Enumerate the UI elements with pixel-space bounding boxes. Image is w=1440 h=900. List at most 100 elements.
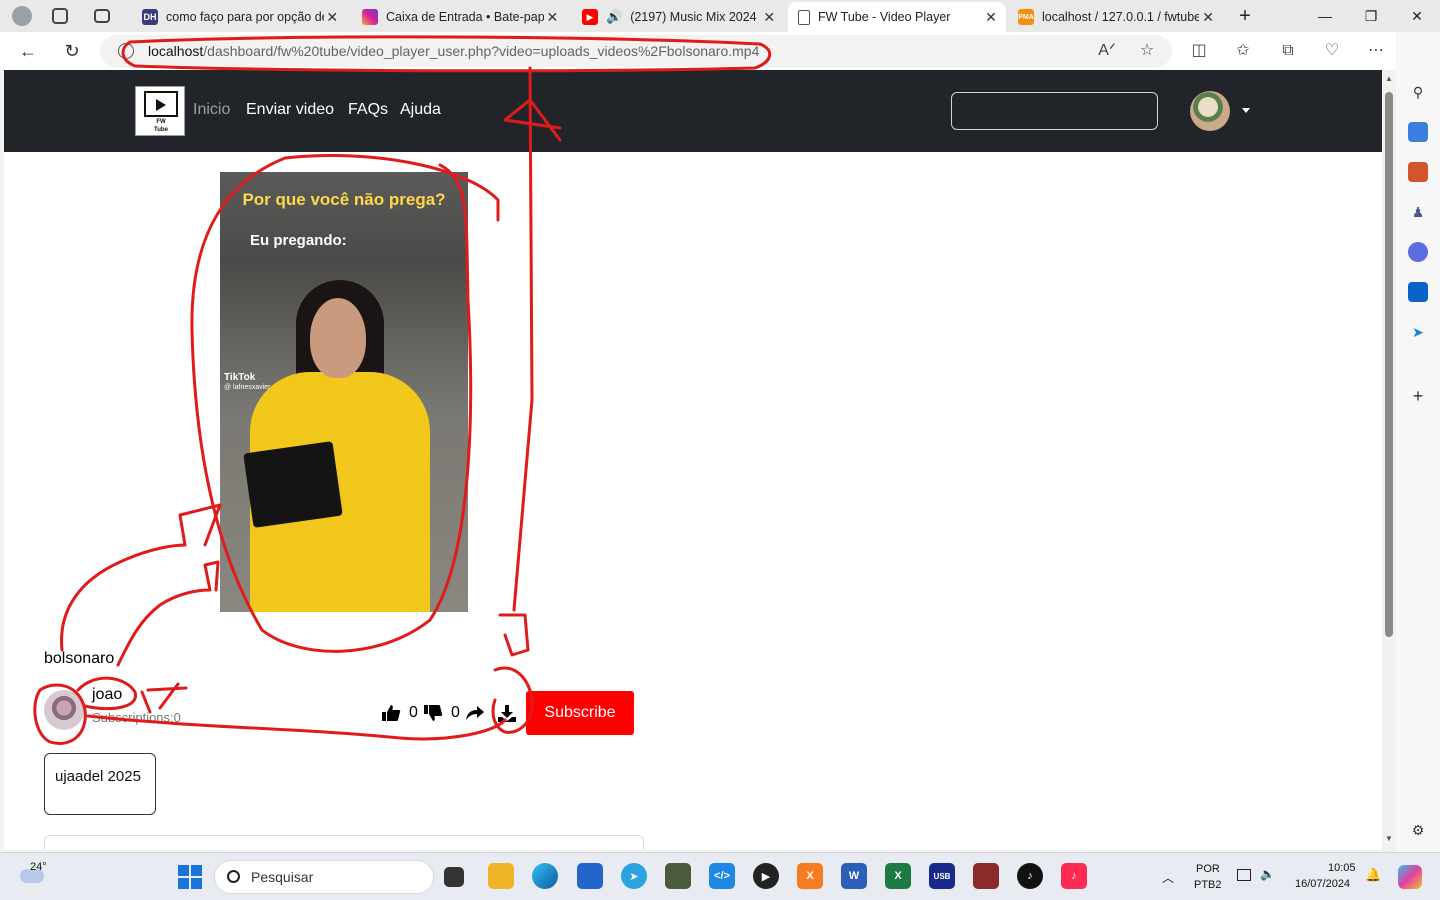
thumbs-down-icon[interactable] xyxy=(423,704,443,722)
page-scrollbar[interactable]: ▲ ▼ xyxy=(1382,70,1396,850)
tab-dh[interactable]: DH como faço para por opção de ✕ xyxy=(132,4,347,30)
window-close-icon[interactable]: ✕ xyxy=(1394,4,1440,28)
dislike-count: 0 xyxy=(451,704,460,721)
favorites-icon[interactable]: ✩ xyxy=(1233,41,1253,61)
vscode-icon[interactable]: </> xyxy=(709,863,735,889)
site-info-icon[interactable] xyxy=(118,43,134,59)
xampp-icon[interactable]: X xyxy=(797,863,823,889)
add-sidebar-icon[interactable]: + xyxy=(1408,386,1428,406)
video-caption-sub: Eu pregando: xyxy=(250,232,347,249)
nav-faqs[interactable]: FAQs xyxy=(348,101,388,119)
telegram-icon[interactable]: ➤ xyxy=(621,863,647,889)
refresh-icon[interactable]: ↻ xyxy=(58,38,86,64)
url-host: localhost xyxy=(148,43,204,59)
tray-language[interactable]: POR xyxy=(1196,863,1220,875)
subscriptions-count: Subscriptions:0 xyxy=(92,710,181,725)
workspaces-icon[interactable] xyxy=(52,8,68,24)
network-icon[interactable] xyxy=(1237,869,1251,881)
media-player-icon[interactable]: ▶ xyxy=(753,863,779,889)
game-card-icon[interactable] xyxy=(973,863,999,889)
games-icon[interactable]: ♟ xyxy=(1408,202,1428,222)
tiktok-watermark: TikTok xyxy=(224,372,256,383)
site-search-input[interactable] xyxy=(951,92,1158,130)
tab-actions-icon[interactable] xyxy=(94,9,110,23)
start-tile xyxy=(178,865,189,876)
channel-avatar[interactable] xyxy=(44,690,84,730)
game-app-icon[interactable] xyxy=(665,863,691,889)
video-tag[interactable]: ujaadel 2025 xyxy=(44,753,156,815)
send-icon[interactable]: ➤ xyxy=(1408,322,1428,342)
tools-icon[interactable] xyxy=(1408,162,1428,182)
collections-icon[interactable]: ⧉ xyxy=(1278,41,1298,61)
close-tab-icon[interactable]: ✕ xyxy=(982,9,1000,26)
speaker-icon[interactable]: 🔊 xyxy=(606,9,622,25)
word-icon[interactable]: W xyxy=(841,863,867,889)
clock-time[interactable]: 10:05 xyxy=(1328,862,1356,874)
page-viewport: FW Tube Inicio Enviar video FAQs Ajuda P… xyxy=(4,70,1382,850)
user-avatar[interactable] xyxy=(1190,91,1230,131)
restore-icon[interactable]: ❐ xyxy=(1348,4,1394,28)
browser-essentials-icon[interactable]: ♡ xyxy=(1322,41,1342,61)
tab-instagram[interactable]: Caixa de Entrada • Bate-papo ✕ xyxy=(352,4,567,30)
notification-bell-icon[interactable]: 🔔 xyxy=(1365,867,1381,883)
shopping-tag-icon[interactable] xyxy=(1408,122,1428,142)
url-input[interactable]: localhost/dashboard/fw%20tube/video_play… xyxy=(100,35,1172,67)
usb-util-icon[interactable]: USB xyxy=(929,863,955,889)
copilot-pre-icon[interactable] xyxy=(1398,865,1422,889)
channel-name[interactable]: joao xyxy=(92,686,122,704)
share-icon[interactable] xyxy=(465,704,485,722)
tiktok-icon[interactable]: ♪ xyxy=(1017,863,1043,889)
tiktok-studio-icon[interactable]: ♪ xyxy=(1061,863,1087,889)
tab-youtube[interactable]: ▶ 🔊 (2197) Music Mix 2024 , ✕ xyxy=(572,4,784,30)
subscribe-button[interactable]: Subscribe xyxy=(526,691,634,735)
nav-inicio[interactable]: Inicio xyxy=(193,101,230,119)
tab-fwtube[interactable]: FW Tube - Video Player ✕ xyxy=(788,2,1006,32)
thumbs-up-icon[interactable] xyxy=(381,704,401,722)
scroll-up-icon[interactable]: ▲ xyxy=(1384,74,1394,83)
tray-chevron-icon[interactable]: ︿ xyxy=(1162,869,1174,886)
windows-taskbar: 24° Pesquisar ➤ </> ▶ X W X USB ♪ ♪ ︿ PO… xyxy=(0,852,1440,900)
site-navbar: FW Tube Inicio Enviar video FAQs Ajuda xyxy=(4,70,1382,152)
new-tab-button[interactable]: + xyxy=(1222,4,1268,28)
task-view-icon[interactable] xyxy=(444,867,464,887)
user-menu-caret-icon[interactable] xyxy=(1242,108,1250,113)
tab-phpmyadmin[interactable]: PMA localhost / 127.0.0.1 / fwtube ✕ xyxy=(1008,4,1223,30)
scroll-down-icon[interactable]: ▼ xyxy=(1384,834,1394,843)
search-icon[interactable]: ⚲ xyxy=(1408,82,1428,102)
close-tab-icon[interactable]: ✕ xyxy=(324,9,341,26)
back-icon[interactable]: ← xyxy=(14,38,42,64)
page-favicon xyxy=(798,9,810,25)
youtube-favicon: ▶ xyxy=(582,9,598,25)
taskbar-search-placeholder: Pesquisar xyxy=(251,869,314,885)
split-screen-icon[interactable]: ◫ xyxy=(1189,41,1209,61)
volume-icon[interactable]: 🔈 xyxy=(1260,867,1275,881)
settings-more-icon[interactable]: ⋯ xyxy=(1366,41,1386,61)
close-tab-icon[interactable]: ✕ xyxy=(760,9,778,26)
site-logo[interactable]: FW Tube xyxy=(135,86,185,136)
clock-date[interactable]: 16/07/2024 xyxy=(1295,878,1350,890)
file-explorer-icon[interactable] xyxy=(488,863,514,889)
download-icon[interactable] xyxy=(497,704,517,722)
sidebar-settings-icon[interactable]: ⚙ xyxy=(1408,820,1428,840)
excel-icon[interactable]: X xyxy=(885,863,911,889)
minimize-icon[interactable]: — xyxy=(1302,4,1348,28)
logo-subtext: Tube xyxy=(154,127,168,133)
edge-icon[interactable] xyxy=(532,863,558,889)
video-player[interactable]: Por que você não prega? Eu pregando: Tik… xyxy=(220,172,468,612)
close-tab-icon[interactable]: ✕ xyxy=(544,9,561,26)
copilot-sidebar-icon[interactable] xyxy=(1408,242,1428,262)
tray-layout[interactable]: PTB2 xyxy=(1194,879,1222,891)
scrollbar-thumb[interactable] xyxy=(1385,92,1393,637)
video-frame-face xyxy=(310,298,366,378)
taskbar-search[interactable]: Pesquisar xyxy=(214,860,434,894)
outlook-icon[interactable] xyxy=(1408,282,1428,302)
start-icon[interactable] xyxy=(178,865,202,889)
read-aloud-icon[interactable]: Aᐟ xyxy=(1097,41,1117,61)
close-tab-icon[interactable]: ✕ xyxy=(1199,9,1217,26)
store-icon[interactable] xyxy=(577,863,603,889)
tiktok-handle: @ lafnesxavier xyxy=(224,384,271,391)
profile-icon[interactable] xyxy=(12,6,32,26)
favorite-star-icon[interactable]: ☆ xyxy=(1137,41,1157,61)
nav-enviar-video[interactable]: Enviar video xyxy=(246,101,334,119)
nav-ajuda[interactable]: Ajuda xyxy=(400,101,441,119)
